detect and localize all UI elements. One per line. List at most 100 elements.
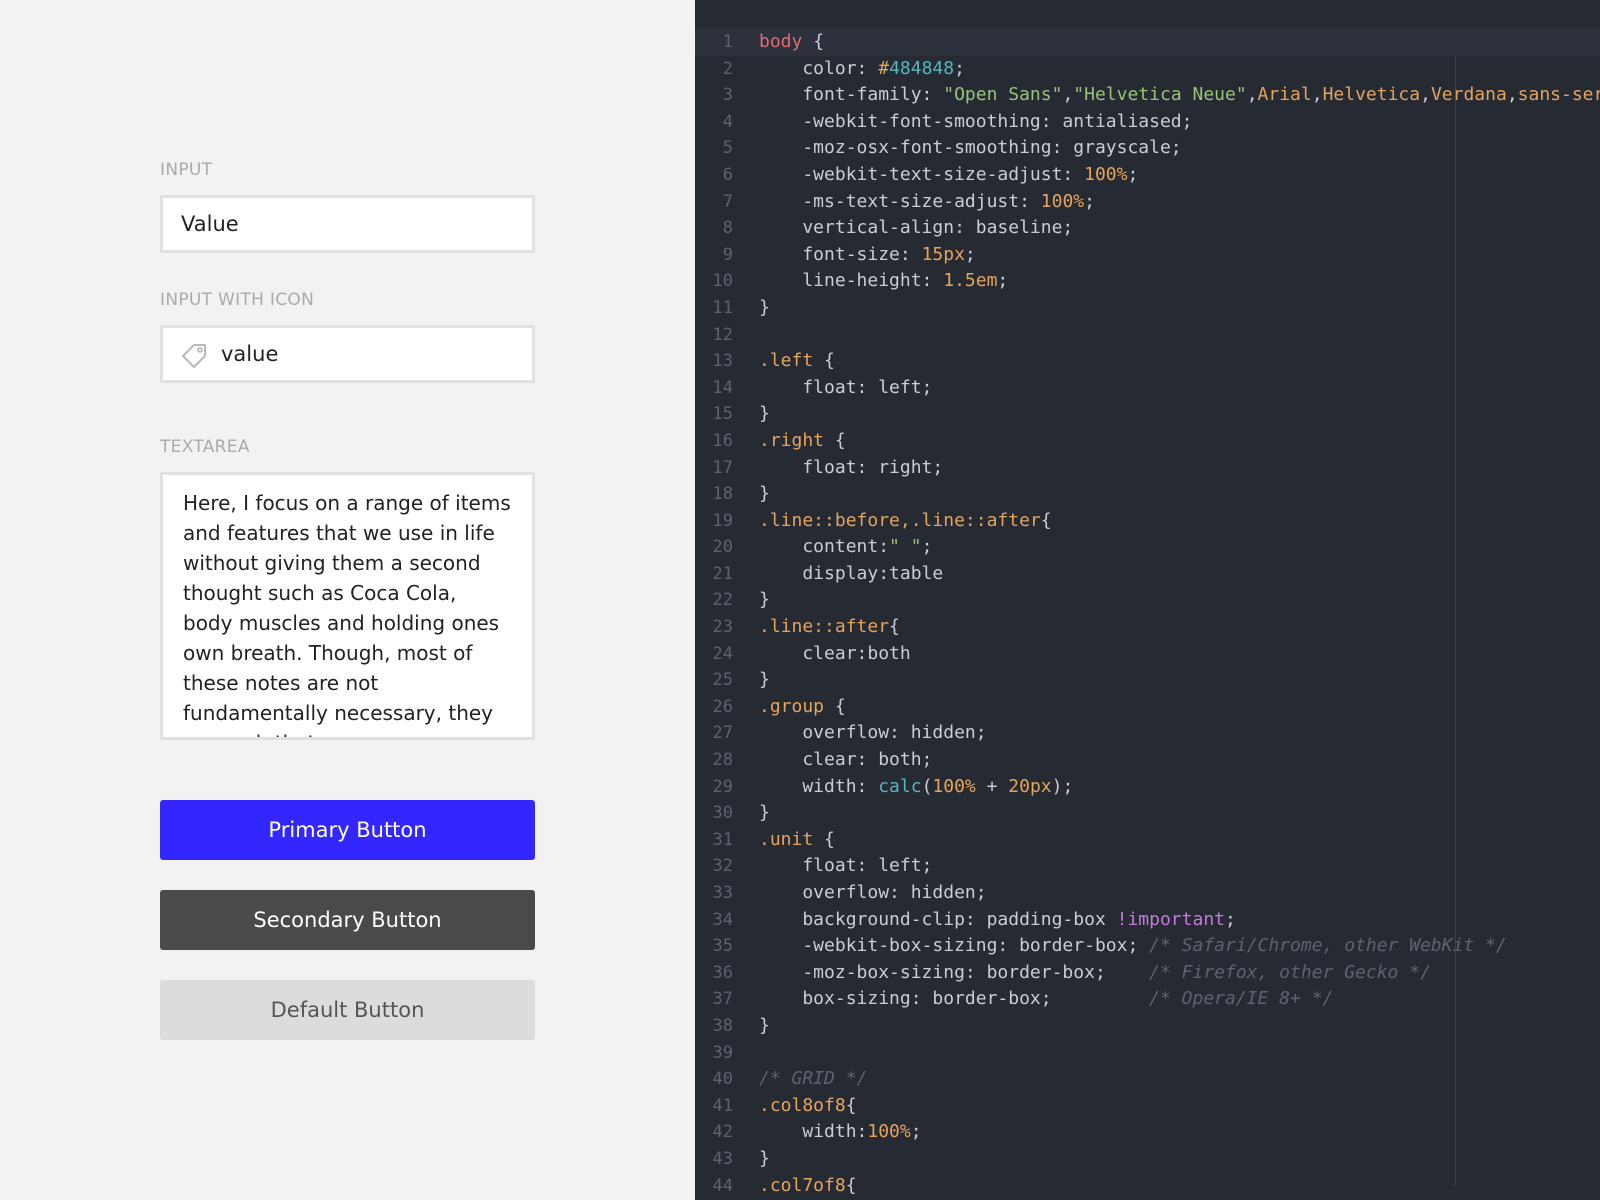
secondary-button[interactable]: Secondary Button <box>160 890 535 950</box>
code-token: ); <box>1051 775 1074 797</box>
code-line[interactable]: 37 box-sizing: border-box; /* Opera/IE 8… <box>695 986 1600 1013</box>
code-token: line-height: <box>759 270 944 292</box>
line-number: 44 <box>712 1175 733 1196</box>
code-line[interactable]: 7 -ms-text-size-adjust: 100%; <box>695 189 1600 216</box>
code-line[interactable]: 20 content:" "; <box>695 534 1600 561</box>
code-text: .left { <box>759 348 835 375</box>
code-token: overflow: hidden; <box>759 722 987 744</box>
code-line[interactable]: 36 -moz-box-sizing: border-box; /* Firef… <box>695 960 1600 987</box>
code-token: } <box>759 589 770 611</box>
code-token: display:table <box>759 562 944 584</box>
code-token: { <box>845 1174 857 1196</box>
line-number: 15 <box>712 404 733 425</box>
code-line[interactable]: 19 .line::before,.line::after{ <box>695 508 1600 535</box>
code-line[interactable]: 22} <box>695 587 1600 614</box>
code-token: -ms-text-size-adjust: <box>759 190 1041 212</box>
code-line[interactable]: 9 font-size: 15px; <box>695 242 1600 269</box>
code-token: .col8of8 <box>759 1094 846 1116</box>
code-line[interactable]: 12 <box>695 322 1600 349</box>
code-line[interactable]: 28 clear: both; <box>695 747 1600 774</box>
code-line[interactable]: 10 line-height: 1.5em; <box>695 268 1600 295</box>
code-token: ; <box>1084 190 1095 212</box>
code-line[interactable]: 15} <box>695 401 1600 428</box>
code-line[interactable]: 2 color: #484848; <box>695 56 1600 83</box>
code-text: background-clip: padding-box !important; <box>759 907 1236 934</box>
notes-textarea[interactable]: Here, I focus on a range of items and fe… <box>160 472 535 740</box>
code-line[interactable]: 26 .group { <box>695 694 1600 721</box>
default-button[interactable]: Default Button <box>160 980 535 1040</box>
code-line[interactable]: 18} <box>695 481 1600 508</box>
code-line[interactable]: 41 .col8of8{ <box>695 1093 1600 1120</box>
code-line[interactable]: 43} <box>695 1146 1600 1173</box>
code-line[interactable]: 14 float: left; <box>695 375 1600 402</box>
code-token: 100% <box>932 775 976 797</box>
code-line[interactable]: 32 float: left; <box>695 853 1600 880</box>
line-number: 30 <box>712 803 733 824</box>
code-line[interactable]: 21 display:table <box>695 561 1600 588</box>
line-number: 27 <box>712 723 733 744</box>
code-line[interactable]: 38} <box>695 1013 1600 1040</box>
code-text: float: right; <box>759 455 943 482</box>
code-line[interactable]: 13 .left { <box>695 348 1600 375</box>
input-label: INPUT <box>160 160 213 180</box>
value-input[interactable] <box>160 195 535 253</box>
code-line[interactable]: 17 float: right; <box>695 455 1600 482</box>
code-token: { <box>845 1094 857 1116</box>
line-number: 29 <box>712 776 733 797</box>
code-line[interactable]: 23 .line::after{ <box>695 614 1600 641</box>
icon-value-input[interactable] <box>221 328 521 380</box>
code-line[interactable]: 34 background-clip: padding-box !importa… <box>695 907 1600 934</box>
code-line[interactable]: 29 width: calc(100% + 20px); <box>695 774 1600 801</box>
code-token: /* Safari/Chrome, other WebKit */ <box>1149 935 1507 957</box>
code-token: 484848 <box>889 57 955 79</box>
code-token: -webkit-font-smoothing: antialiased; <box>759 110 1193 132</box>
code-text: font-size: 15px; <box>759 242 975 269</box>
primary-button[interactable]: Primary Button <box>160 800 535 860</box>
line-number: 33 <box>712 883 733 903</box>
code-text: overflow: hidden; <box>759 720 987 747</box>
icon-input-container[interactable] <box>160 325 535 383</box>
code-line[interactable]: 11} <box>695 295 1600 322</box>
line-number: 11 <box>712 297 733 318</box>
line-number: 1 <box>722 32 733 52</box>
code-token: ; <box>1225 908 1236 930</box>
code-token: } <box>759 296 770 318</box>
line-number: 26 <box>712 696 733 717</box>
line-number: 40 <box>712 1069 733 1090</box>
code-line[interactable]: 6 -webkit-text-size-adjust: 100%; <box>695 162 1600 189</box>
code-line[interactable]: 16 .right { <box>695 428 1600 455</box>
code-text: line-height: 1.5em; <box>759 268 1008 295</box>
code-line[interactable]: 33 overflow: hidden; <box>695 880 1600 907</box>
code-line[interactable]: 30} <box>695 800 1600 827</box>
code-text: .right { <box>759 428 846 455</box>
code-line[interactable]: 31 .unit { <box>695 827 1600 854</box>
code-line[interactable]: 39 <box>695 1040 1600 1067</box>
code-line[interactable]: 24 clear:both <box>695 641 1600 668</box>
code-token: -webkit-text-size-adjust: <box>759 163 1085 185</box>
code-line[interactable]: 42 width:100%; <box>695 1119 1600 1146</box>
line-number: 16 <box>712 430 733 451</box>
code-line[interactable]: 4 -webkit-font-smoothing: antialiased; <box>695 109 1600 136</box>
input-with-icon-label: INPUT WITH ICON <box>160 290 315 310</box>
code-line[interactable]: 27 overflow: hidden; <box>695 720 1600 747</box>
textarea-label: TEXTAREA <box>160 437 250 457</box>
line-number: 28 <box>712 750 733 771</box>
code-line[interactable]: 3 font-family: "Open Sans","Helvetica Ne… <box>695 82 1600 109</box>
code-line[interactable]: 5 -moz-osx-font-smoothing: grayscale; <box>695 135 1600 162</box>
code-token: 100% <box>867 1121 911 1143</box>
line-number: 13 <box>712 351 733 372</box>
line-number: 39 <box>712 1042 733 1063</box>
code-token: { <box>824 429 846 451</box>
code-line[interactable]: 40 /* GRID */ <box>695 1066 1600 1093</box>
code-line[interactable]: 44 .col7of8{ <box>695 1173 1600 1200</box>
code-line[interactable]: 35 -webkit-box-sizing: border-box; /* Sa… <box>695 933 1600 960</box>
code-token: } <box>759 669 770 691</box>
code-line[interactable]: 25} <box>695 667 1600 694</box>
line-number: 5 <box>722 138 733 159</box>
code-token: { <box>813 350 835 372</box>
code-text: -ms-text-size-adjust: 100%; <box>759 189 1095 216</box>
code-text: .col7of8{ <box>759 1173 857 1200</box>
code-line[interactable]: 1 body { <box>695 29 1600 56</box>
code-editor[interactable]: 1 body {2 color: #484848; 3 font-family: "… <box>695 0 1600 1200</box>
code-line[interactable]: 8 vertical-align: baseline; <box>695 215 1600 242</box>
